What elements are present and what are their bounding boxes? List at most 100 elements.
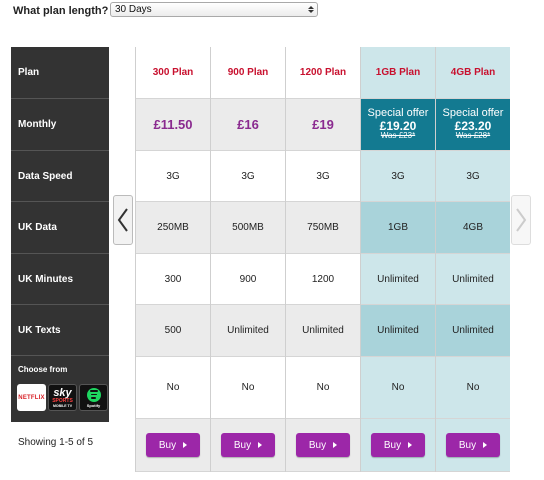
special-offer-cell: Special offer £19.20 Was £23* [361,99,435,151]
arrow-right-icon [408,442,413,448]
row-label-data-speed: Data Speed [11,151,109,202]
plan-length-selected-value: 30 Days [115,4,152,15]
next-plans-button[interactable] [511,195,531,245]
plan-name-cell: 1GB Plan [361,47,435,99]
plan-name: 1200 Plan [299,67,347,78]
monthly-price-cell: £19 [286,99,360,151]
plan-column: 1GB Plan Special offer £19.20 Was £23* 3… [360,47,435,472]
uk-data-cell: 750MB [286,202,360,254]
plan-name-cell: 4GB Plan [436,47,510,99]
plan-name-cell: 1200 Plan [286,47,360,99]
service-icons: NETFLIX sky SPORTS MOBILE TV Spotify [17,384,108,411]
buy-cell: Buy [361,419,435,472]
plan-length-control: What plan length? 30 Days [13,2,318,20]
data-speed-cell: 3G [436,151,510,202]
previous-plans-button[interactable] [113,195,133,245]
uk-minutes-cell: Unlimited [436,254,510,305]
choose-from-value-cell: No [436,357,510,419]
was-price: Was £28* [455,131,491,141]
arrow-right-icon [258,442,263,448]
sky-mobile-tv-text: MOBILE TV [52,403,73,408]
uk-texts-cell: Unlimited [436,305,510,357]
choose-from-value-cell: No [361,357,435,419]
uk-data-cell: 250MB [136,202,210,254]
uk-texts-cell: Unlimited [286,305,360,357]
buy-cell: Buy [286,419,360,472]
special-offer: Special offer £23.20 Was £28* [443,108,504,141]
buy-button[interactable]: Buy [371,433,425,457]
uk-minutes-cell: Unlimited [361,254,435,305]
row-label-uk-minutes: UK Minutes [11,254,109,305]
row-label-plan: Plan [11,47,109,99]
buy-cell: Buy [211,419,285,472]
plan-length-select[interactable]: 30 Days [110,2,318,17]
uk-texts-cell: 500 [136,305,210,357]
netflix-logo-text: NETFLIX [18,394,45,401]
buy-button[interactable]: Buy [296,433,350,457]
monthly-price: £16 [237,117,259,132]
netflix-icon: NETFLIX [17,384,46,411]
plan-name: 4GB Plan [450,67,496,78]
buy-button-label: Buy [233,439,252,451]
plan-name: 300 Plan [152,67,194,78]
data-speed-cell: 3G [211,151,285,202]
arrow-right-icon [183,442,188,448]
chevron-left-icon [117,208,128,232]
spotify-logo-text: Spotify [86,402,101,408]
chevron-right-icon [516,208,527,232]
plan-name-cell: 900 Plan [211,47,285,99]
choose-from-label: Choose from [18,365,68,374]
monthly-price-cell: £11.50 [136,99,210,151]
buy-button[interactable]: Buy [446,433,500,457]
spotify-icon: Spotify [79,384,108,411]
special-offer: Special offer £19.20 Was £23* [368,108,429,141]
select-arrows-icon [306,4,315,15]
sky-sports-icon: sky SPORTS MOBILE TV [48,384,77,411]
uk-minutes-cell: 900 [211,254,285,305]
buy-cell: Buy [436,419,510,472]
plan-column: 4GB Plan Special offer £23.20 Was £28* 3… [435,47,510,472]
buy-button-label: Buy [158,439,177,451]
buy-cell: Buy [136,419,210,472]
row-label-uk-data: UK Data [11,202,109,254]
spotify-logo-mark [86,387,101,402]
uk-data-cell: 4GB [436,202,510,254]
plan-name: 1GB Plan [375,67,421,78]
choose-from-value-cell: No [211,357,285,419]
monthly-price-cell: £16 [211,99,285,151]
uk-minutes-cell: 1200 [286,254,360,305]
uk-texts-cell: Unlimited [361,305,435,357]
uk-minutes-cell: 300 [136,254,210,305]
monthly-price: £19 [312,117,334,132]
arrow-right-icon [333,442,338,448]
row-label-uk-texts: UK Texts [11,305,109,356]
sky-logo-text: sky [53,386,72,399]
special-offer-cell: Special offer £23.20 Was £28* [436,99,510,151]
choose-from-cell: Choose from NETFLIX sky SPORTS MOBILE TV… [11,356,109,422]
data-speed-cell: 3G [136,151,210,202]
data-speed-cell: 3G [286,151,360,202]
plan-column: 900 Plan £16 3G 500MB 900 Unlimited No B… [210,47,285,472]
plan-column: 1200 Plan £19 3G 750MB 1200 Unlimited No… [285,47,360,472]
plan-name: 900 Plan [227,67,269,78]
plan-length-label: What plan length? [13,5,109,17]
arrow-right-icon [483,442,488,448]
uk-texts-cell: Unlimited [211,305,285,357]
buy-button-label: Buy [383,439,402,451]
uk-data-cell: 500MB [211,202,285,254]
uk-data-cell: 1GB [361,202,435,254]
plan-column: 300 Plan £11.50 3G 250MB 300 500 No Buy [135,47,210,472]
was-price: Was £23* [380,131,416,141]
choose-from-value-cell: No [136,357,210,419]
choose-from-value-cell: No [286,357,360,419]
plan-name-cell: 300 Plan [136,47,210,99]
monthly-price: £11.50 [153,117,193,132]
buy-button[interactable]: Buy [221,433,275,457]
row-label-column: Plan Monthly Data Speed UK Data UK Minut… [11,47,109,422]
data-speed-cell: 3G [361,151,435,202]
buy-button-label: Buy [458,439,477,451]
buy-button-label: Buy [308,439,327,451]
row-label-monthly: Monthly [11,99,109,151]
results-count: Showing 1-5 of 5 [18,437,94,448]
buy-button[interactable]: Buy [146,433,200,457]
